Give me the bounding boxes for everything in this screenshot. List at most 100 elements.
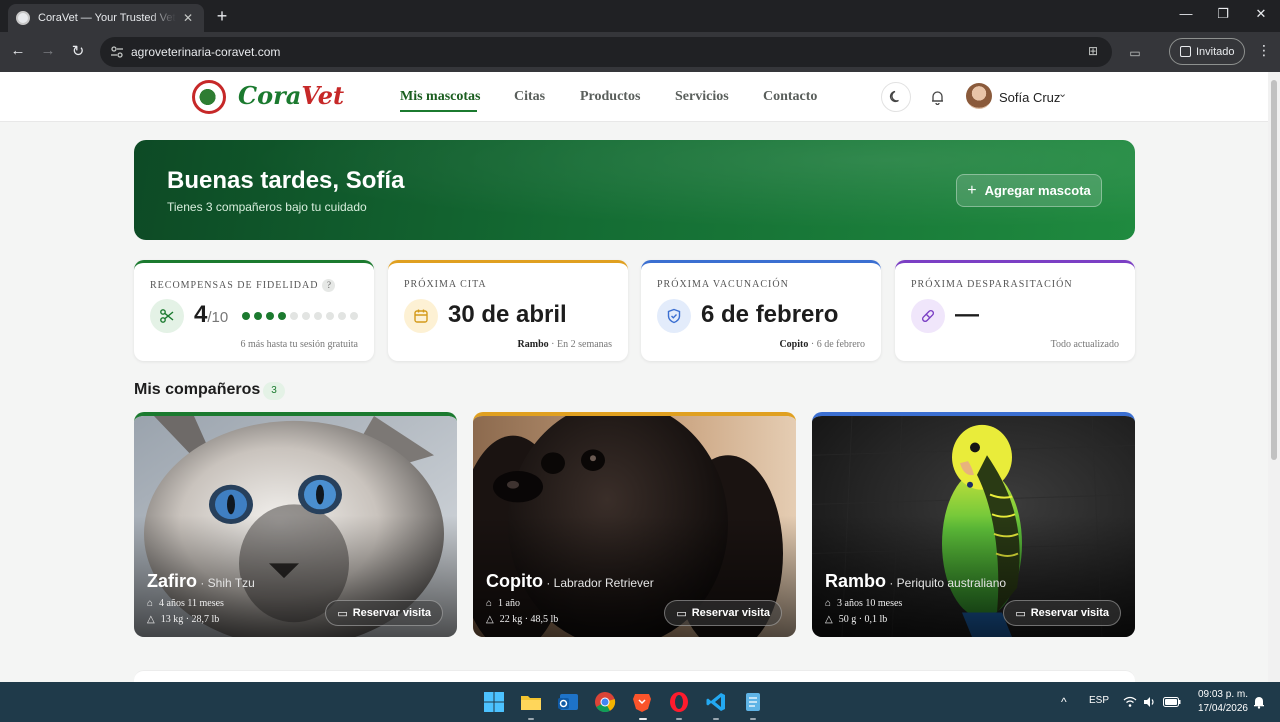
url-text: agroveterinaria-coravet.com	[131, 45, 281, 59]
windows-start-icon[interactable]	[483, 691, 505, 713]
companions-title: Mis compañeros	[134, 381, 261, 398]
weight-icon: △	[825, 614, 833, 625]
cake-icon: ⌂	[486, 598, 493, 609]
profile-button[interactable]: Invitado	[1169, 38, 1245, 65]
theme-toggle-button[interactable]	[881, 82, 911, 112]
back-arrow-icon[interactable]: ←	[8, 42, 28, 59]
calendar-icon: ▭	[337, 607, 348, 620]
cast-icon[interactable]: ▭	[1126, 46, 1144, 60]
nav-servicios[interactable]: Servicios	[675, 89, 729, 105]
add-pet-label: Agregar mascota	[984, 183, 1091, 198]
loyalty-footer: 6 más hasta tu sesión gratuita	[240, 339, 358, 350]
loyalty-rewards-card[interactable]: Recompensas de fidelidad? 4/10 6 más has…	[134, 260, 374, 361]
loyalty-dot	[290, 312, 298, 320]
user-avatar[interactable]	[966, 83, 992, 109]
pet-card-rambo[interactable]: Rambo · Periquito australiano ⌂ 3 años 10…	[812, 412, 1135, 637]
browser-toolbar: ← → ↻ agroveterinaria-coravet.com ⊞ ▭ In…	[0, 32, 1280, 72]
wifi-icon[interactable]	[1123, 696, 1137, 708]
user-name[interactable]: Sofía Cruz	[999, 90, 1060, 105]
companions-count-badge: 3	[263, 382, 285, 400]
forward-arrow-icon[interactable]: →	[38, 42, 58, 59]
pill-icon	[911, 299, 945, 333]
translate-icon[interactable]: ⊞	[1084, 44, 1102, 58]
book-visit-button[interactable]: ▭ Reservar visita	[664, 600, 782, 626]
chevron-down-icon[interactable]: ⌄	[1058, 87, 1067, 100]
cake-icon: ⌂	[147, 598, 154, 609]
battery-icon[interactable]	[1163, 697, 1181, 707]
logo-part-2: Vet	[301, 81, 345, 110]
scissors-icon	[150, 299, 184, 333]
minimize-button[interactable]: —	[1176, 6, 1196, 21]
tray-overflow-chevron-icon[interactable]: ^	[1061, 695, 1067, 709]
running-indicator	[676, 718, 682, 720]
browser-tab[interactable]: CoraVet — Your Trusted Veterinary ✕	[8, 4, 204, 32]
coravet-logo-text[interactable]: CoraVet	[238, 81, 344, 110]
windows-taskbar: ^ ESP 09:03 p. m. 17/04/2026	[0, 682, 1280, 722]
new-tab-button[interactable]: +	[212, 6, 232, 26]
maximize-button[interactable]: ❐	[1213, 6, 1233, 22]
pet-card-zafiro[interactable]: Zafiro · Shih Tzu ⌂ 4 años 11 meses △ 13 k…	[134, 412, 457, 637]
tab-close-icon[interactable]: ✕	[180, 11, 196, 25]
file-explorer-icon[interactable]	[520, 691, 542, 713]
browser-menu-icon[interactable]: ⋮	[1257, 42, 1271, 59]
site-info-icon[interactable]	[110, 45, 124, 59]
opera-icon[interactable]	[668, 691, 690, 713]
pet-weight: △ 22 kg · 48,5 lb	[486, 614, 559, 625]
reload-icon[interactable]: ↻	[68, 42, 88, 60]
calendar-icon: ▭	[1015, 607, 1026, 620]
pet-age: ⌂ 4 años 11 meses	[147, 598, 224, 609]
deworming-value: —	[955, 301, 979, 328]
site-favicon-icon	[16, 11, 30, 25]
outlook-icon[interactable]	[557, 691, 579, 713]
vaccination-footer: Copito · 6 de febrero	[779, 339, 865, 350]
address-bar[interactable]: agroveterinaria-coravet.com ⊞	[100, 37, 1112, 67]
notification-bell-icon[interactable]	[1253, 695, 1265, 709]
system-clock[interactable]: 09:03 p. m. 17/04/2026	[1190, 688, 1248, 716]
tab-title: CoraVet — Your Trusted Veterinary	[38, 12, 176, 24]
deworming-footer: Todo actualizado	[1050, 339, 1119, 350]
weight-icon: △	[486, 614, 494, 625]
running-indicator	[750, 718, 756, 720]
nav-contacto[interactable]: Contacto	[763, 89, 817, 105]
coravet-logo-icon[interactable]	[192, 80, 226, 114]
input-language-indicator[interactable]: ESP	[1089, 695, 1109, 706]
cake-icon: ⌂	[825, 598, 832, 609]
pet-card-copito[interactable]: Copito · Labrador Retriever ⌂ 1 año △ 22 k…	[473, 412, 796, 637]
loyalty-dot	[302, 312, 310, 320]
page-scrollbar[interactable]	[1268, 72, 1280, 682]
pet-age: ⌂ 1 año	[486, 598, 520, 609]
clock-date: 17/04/2026	[1197, 703, 1248, 714]
scrollbar-thumb[interactable]	[1271, 80, 1277, 460]
notifications-button[interactable]	[922, 82, 952, 112]
add-pet-button[interactable]: + Agregar mascota	[956, 174, 1102, 207]
volume-icon[interactable]	[1143, 696, 1157, 708]
pet-age: ⌂ 3 años 10 meses	[825, 598, 903, 609]
vaccination-date: 6 de febrero	[701, 301, 839, 328]
loyalty-dot	[242, 312, 250, 320]
calendar-icon	[404, 299, 438, 333]
chrome-icon[interactable]	[594, 691, 616, 713]
loyalty-progress-dots	[242, 312, 358, 320]
close-window-button[interactable]: ✕	[1251, 6, 1271, 22]
brave-browser-icon[interactable]	[631, 691, 653, 713]
next-appointment-card[interactable]: Próxima cita 30 de abril Rambo · En 2 se…	[388, 260, 628, 361]
nav-citas[interactable]: Citas	[514, 89, 545, 105]
next-vaccination-card[interactable]: Próxima vacunación 6 de febrero Copito ·…	[641, 260, 881, 361]
nav-mis-mascotas[interactable]: Mis mascotas	[400, 89, 481, 105]
loyalty-dot	[266, 312, 274, 320]
next-deworming-card[interactable]: Próxima desparasitación — Todo actualiza…	[895, 260, 1135, 361]
next-section-edge	[134, 670, 1135, 682]
vscode-icon[interactable]	[705, 691, 727, 713]
help-icon[interactable]: ?	[322, 279, 336, 292]
greeting-subtitle: Tienes 3 compañeros bajo tu cuidado	[167, 200, 367, 214]
book-visit-button[interactable]: ▭ Reservar visita	[1003, 600, 1121, 626]
clock-time: 09:03 p. m.	[1197, 689, 1248, 700]
plus-icon: +	[967, 181, 977, 199]
pet-weight: △ 50 g · 0,1 lb	[825, 614, 888, 625]
book-visit-button[interactable]: ▭ Reservar visita	[325, 600, 443, 626]
appointment-date: 30 de abril	[448, 301, 567, 328]
profile-icon	[1180, 46, 1191, 57]
notepad-icon[interactable]	[742, 691, 764, 713]
running-indicator	[713, 718, 719, 720]
nav-productos[interactable]: Productos	[580, 89, 640, 105]
